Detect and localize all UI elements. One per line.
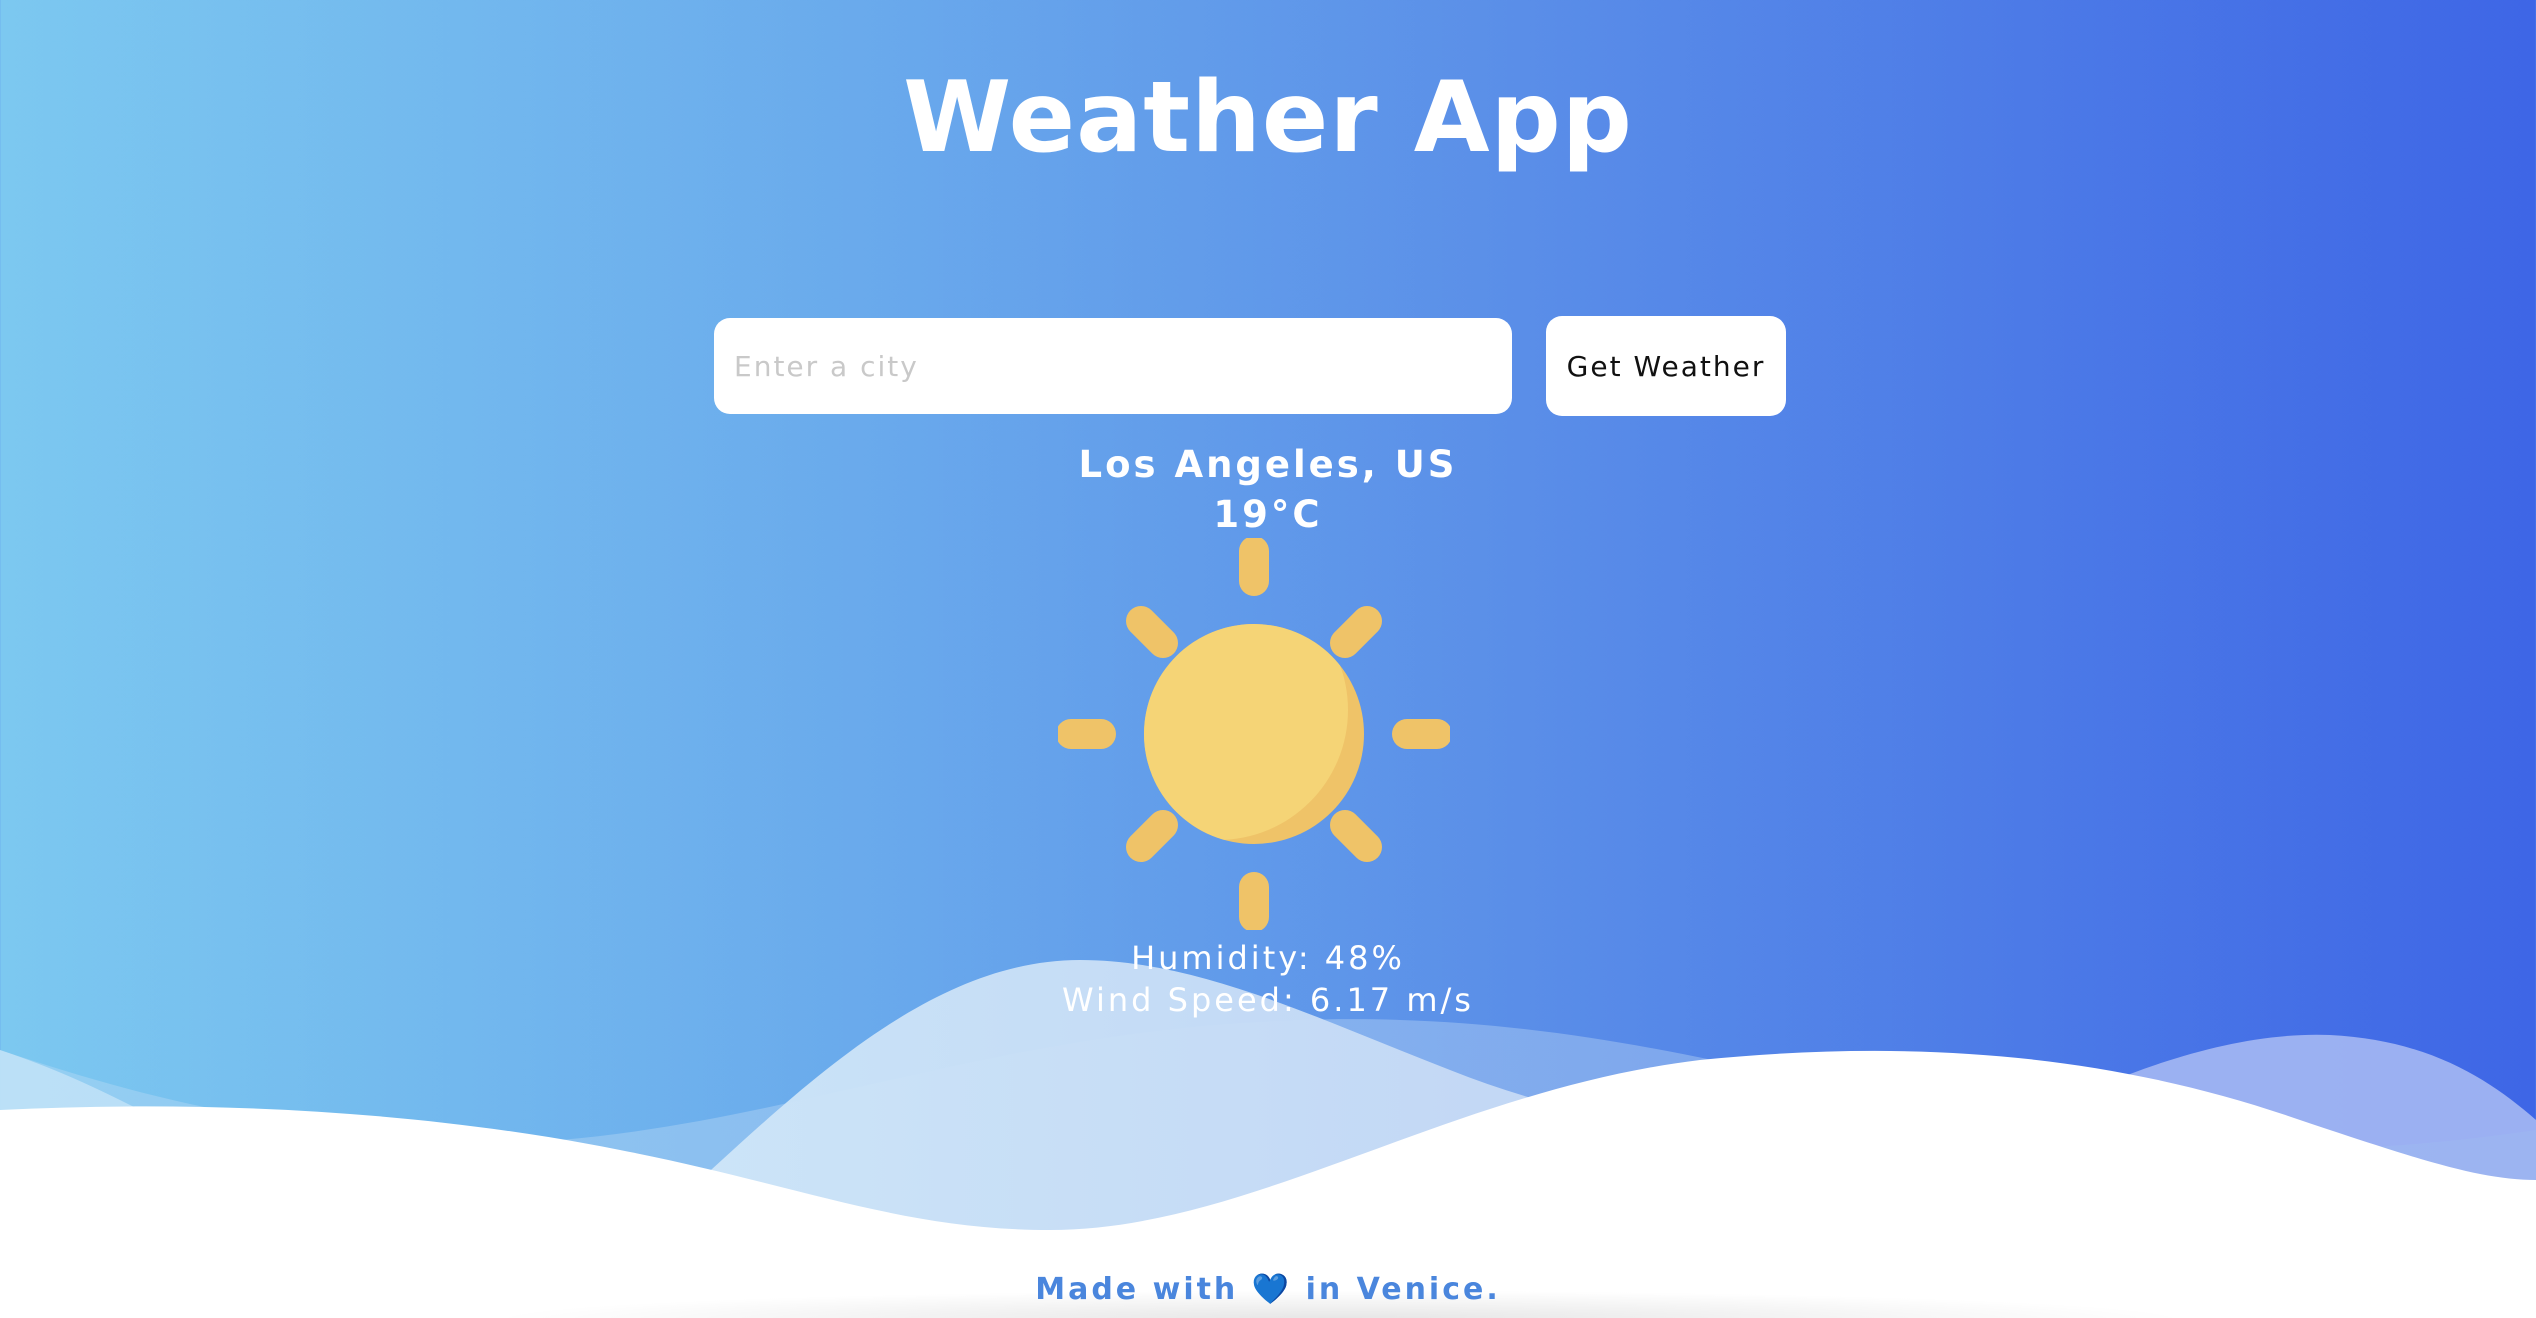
location-label: Los Angeles, US bbox=[1078, 443, 1458, 486]
city-search-input[interactable] bbox=[714, 318, 1512, 414]
heart-icon: 💙 bbox=[1251, 1272, 1293, 1307]
wind-speed-label: Wind Speed: 6.17 m/s bbox=[1062, 981, 1474, 1019]
humidity-label: Humidity: 48% bbox=[1131, 939, 1405, 977]
get-weather-button[interactable]: Get Weather bbox=[1546, 316, 1786, 416]
footer-text-before: Made with bbox=[1035, 1272, 1239, 1307]
app-title: Weather App bbox=[903, 61, 1633, 175]
temperature-label: 19°C bbox=[1213, 493, 1323, 536]
footer-text-after: in Venice. bbox=[1305, 1272, 1501, 1307]
footer: Made with 💙 in Venice. bbox=[0, 1270, 2536, 1310]
search-bar: Get Weather bbox=[714, 316, 1786, 416]
sun-icon bbox=[1056, 536, 1452, 932]
